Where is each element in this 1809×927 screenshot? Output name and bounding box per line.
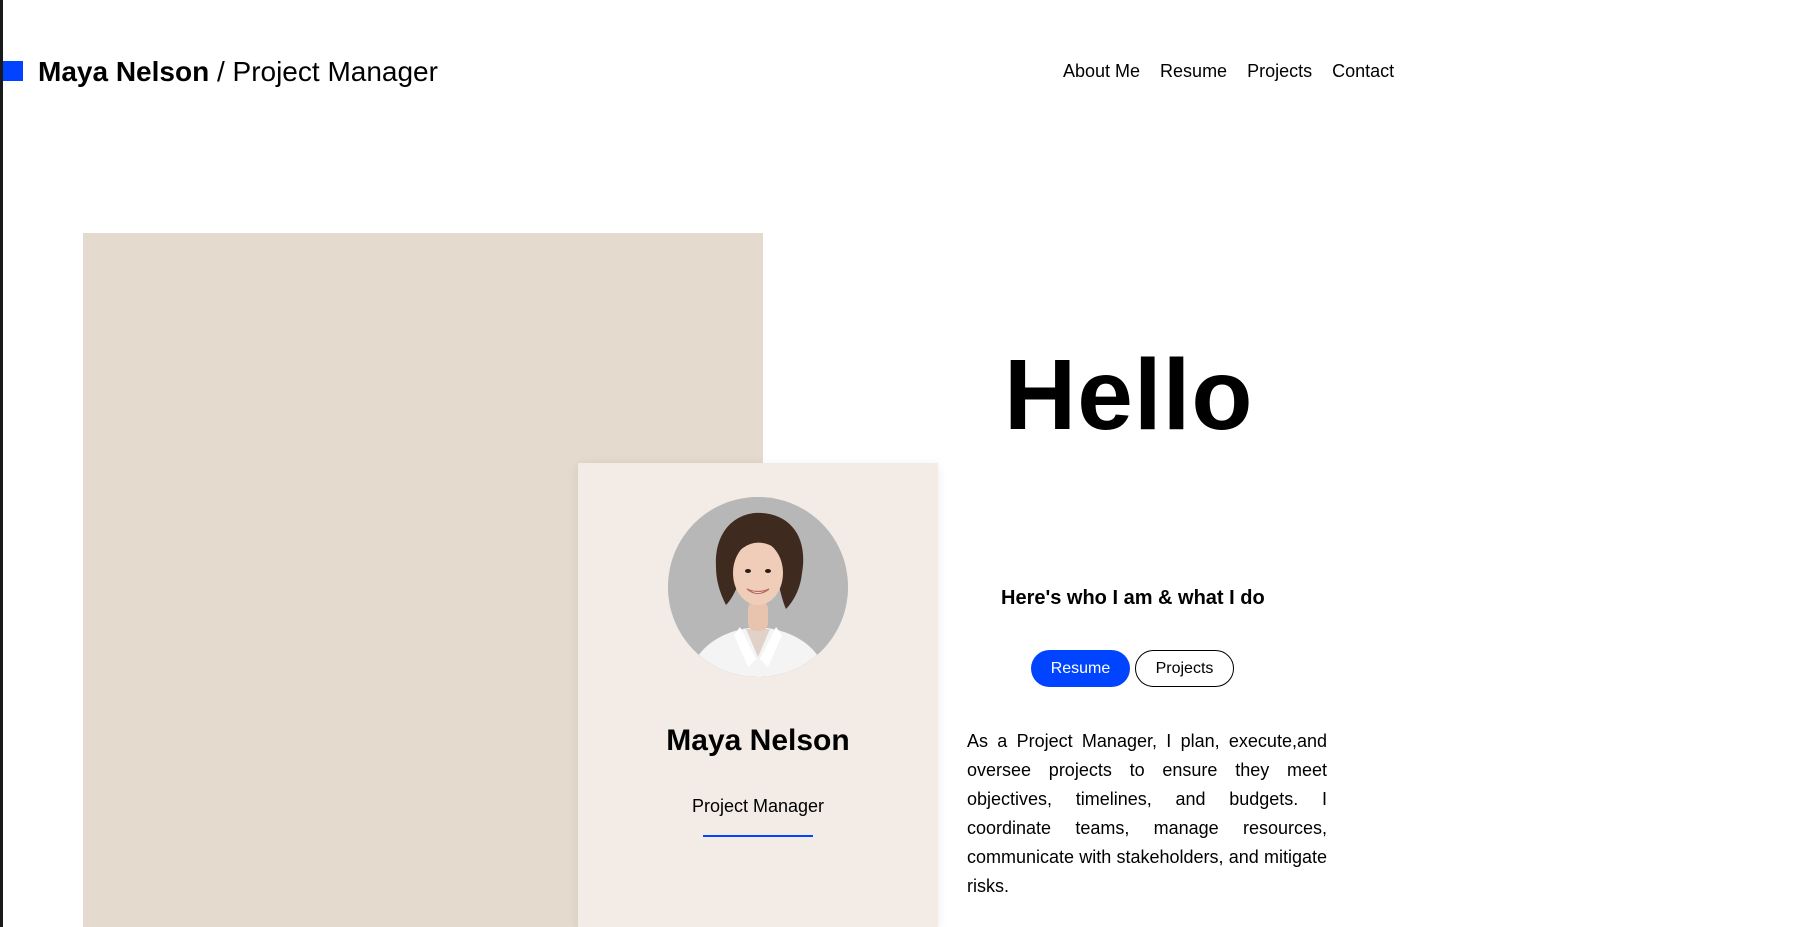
brand-separator: / <box>209 56 233 87</box>
nav-item-resume[interactable]: Resume <box>1160 60 1227 82</box>
card-role: Project Manager <box>691 796 825 816</box>
brand-role: Project Manager <box>232 56 438 87</box>
left-border-rule <box>0 0 3 927</box>
hero-heading: Hello <box>1004 339 1254 451</box>
avatar <box>668 497 848 677</box>
brand-title[interactable]: Maya Nelson / Project Manager <box>38 54 438 90</box>
brand-name: Maya Nelson <box>38 56 210 87</box>
nav-item-contact[interactable]: Contact <box>1332 60 1394 82</box>
portrait-photo <box>668 497 848 677</box>
square-icon <box>3 61 23 81</box>
card-underline <box>703 835 813 837</box>
about-text: As a Project Manager, I plan, execute,an… <box>967 731 1327 896</box>
main-nav: About Me Resume Projects Contact <box>1063 60 1394 82</box>
projects-button[interactable]: Projects <box>1135 650 1234 687</box>
hero-tagline: Here's who I am & what I do <box>1001 587 1265 609</box>
resume-button[interactable]: Resume <box>1031 650 1130 687</box>
nav-item-about-me[interactable]: About Me <box>1063 60 1140 82</box>
nav-item-projects[interactable]: Projects <box>1247 60 1312 82</box>
card-name: Maya Nelson <box>666 724 850 757</box>
page: Maya Nelson / Project Manager About Me R… <box>0 0 1809 927</box>
profile-card: Maya Nelson Project Manager <box>578 463 938 927</box>
